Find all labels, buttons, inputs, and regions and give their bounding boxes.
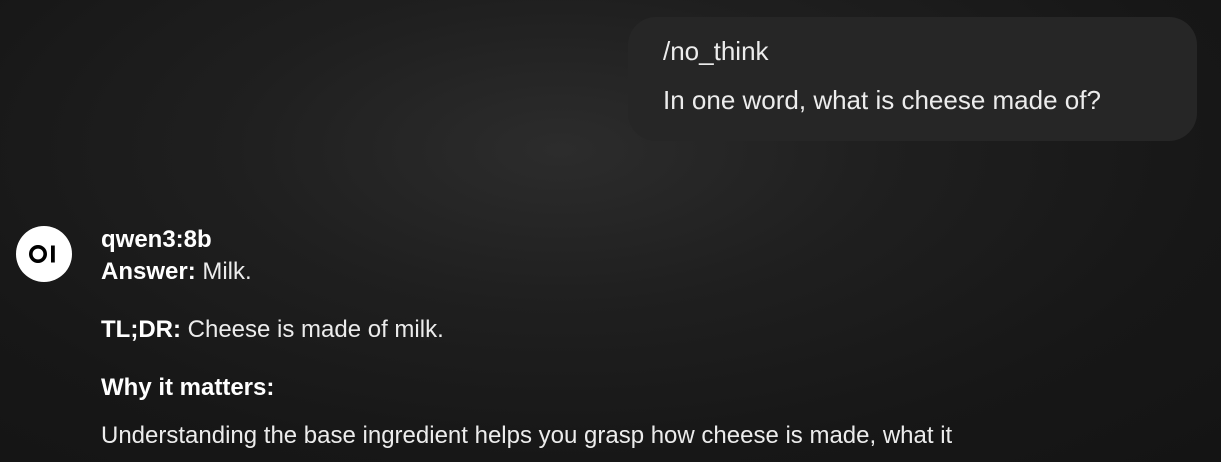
- why-text: Understanding the base ingredient helps …: [101, 422, 953, 449]
- open-webui-logo-icon: [29, 245, 55, 263]
- tldr-text: Cheese is made of milk.: [180, 316, 444, 343]
- why-heading-text: Why it matters:: [101, 374, 275, 401]
- why-heading: Why it matters:: [101, 374, 1211, 402]
- tldr-label: TL;DR:: [101, 316, 181, 343]
- model-avatar: [16, 226, 72, 282]
- answer-paragraph: Answer: Milk.: [101, 258, 1211, 286]
- answer-label: Answer:: [101, 258, 196, 285]
- model-name: qwen3:8b: [101, 226, 212, 253]
- user-message-bubble: /no_think In one word, what is cheese ma…: [628, 17, 1197, 141]
- user-message-line: /no_think: [663, 36, 769, 66]
- tldr-paragraph: TL;DR: Cheese is made of milk.: [101, 316, 1211, 344]
- assistant-message: qwen3:8b Answer: Milk. TL;DR: Cheese is …: [101, 226, 1211, 450]
- answer-text: Milk.: [195, 258, 252, 285]
- user-message-line: In one word, what is cheese made of?: [663, 85, 1101, 115]
